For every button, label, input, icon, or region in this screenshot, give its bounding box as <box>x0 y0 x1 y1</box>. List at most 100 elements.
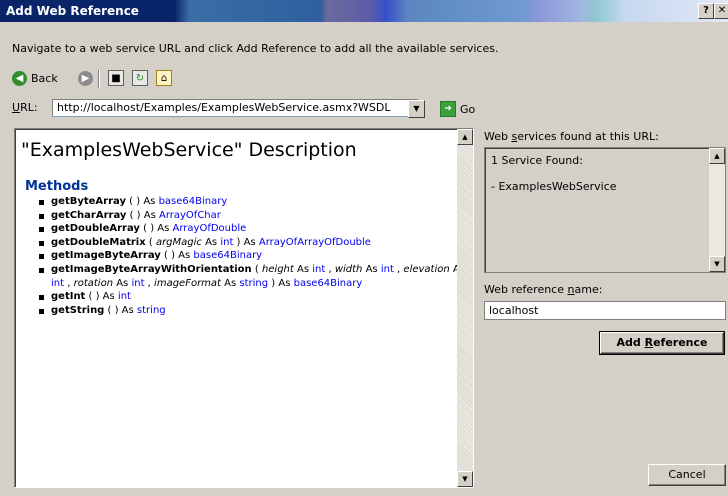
close-button[interactable]: ✕ <box>714 3 728 19</box>
service-description-pane[interactable]: "ExamplesWebService" Description Methods… <box>14 128 474 488</box>
method-text: As <box>220 277 240 289</box>
window-title: Add Web Reference <box>6 4 139 18</box>
method-text: , <box>393 263 404 275</box>
method-name[interactable]: getInt <box>51 291 85 302</box>
url-row: URL: http://localhost/Examples/ExamplesW… <box>12 99 475 118</box>
type-link[interactable]: ArrayOfArrayOfDouble <box>259 237 371 248</box>
back-arrow-icon: ◀ <box>12 70 27 86</box>
type-link[interactable]: base64Binary <box>159 196 228 207</box>
param-name: height <box>261 263 294 275</box>
type-link[interactable]: ArrayOfChar <box>159 210 221 221</box>
chevron-down-icon: ▼ <box>462 475 468 483</box>
reference-name-label: Web reference name: <box>484 283 603 296</box>
method-text: ( ) As <box>126 196 159 207</box>
chevron-down-icon: ▼ <box>413 104 420 113</box>
method-text: , <box>64 277 74 289</box>
cancel-button[interactable]: Cancel <box>648 464 726 486</box>
method-text: As <box>113 277 132 289</box>
forward-button[interactable]: ▶ <box>78 68 93 88</box>
method-item: getInt ( ) As int <box>39 290 473 304</box>
type-link[interactable]: string <box>239 278 268 289</box>
scroll-up-button[interactable]: ▲ <box>457 129 473 145</box>
go-button[interactable]: ➜ Go <box>440 101 475 117</box>
param-name: imageFormat <box>154 277 221 289</box>
param-name: width <box>334 263 363 275</box>
services-scroll-up[interactable]: ▲ <box>709 148 725 164</box>
method-text: ( ) As <box>160 250 194 262</box>
go-label: Go <box>460 102 476 116</box>
page-title: "ExamplesWebService" Description <box>21 139 357 161</box>
services-scroll-down[interactable]: ▼ <box>709 256 725 272</box>
services-label: Web services found at this URL: <box>484 130 659 143</box>
param-name: rotation <box>73 277 114 289</box>
method-text: ) As <box>268 277 294 289</box>
chevron-up-icon: ▲ <box>462 133 468 141</box>
method-text: As <box>201 236 221 248</box>
home-button[interactable]: ⌂ <box>156 68 172 88</box>
instruction-text: Navigate to a web service URL and click … <box>12 42 499 55</box>
method-text: ( ) As <box>139 223 173 235</box>
refresh-button[interactable]: ↻ <box>132 68 148 88</box>
type-link[interactable]: string <box>137 305 166 316</box>
url-dropdown-button[interactable]: ▼ <box>408 100 425 118</box>
url-label: URL: <box>12 101 38 114</box>
methods-heading: Methods <box>25 179 89 194</box>
chevron-up-icon: ▲ <box>714 152 720 160</box>
method-text: As <box>362 263 381 275</box>
go-arrow-icon: ➜ <box>440 101 456 117</box>
method-item: getByteArray ( ) As base64Binary <box>39 195 473 209</box>
method-item: getCharArray ( ) As ArrayOfChar <box>39 209 473 223</box>
method-text: As <box>293 263 313 275</box>
method-text: ( <box>145 236 156 248</box>
type-link[interactable]: int <box>220 237 233 248</box>
refresh-icon: ↻ <box>132 70 148 86</box>
reference-name-input[interactable]: localhost <box>484 301 726 320</box>
scroll-down-button[interactable]: ▼ <box>457 471 473 487</box>
param-name: elevation <box>403 263 450 275</box>
method-text: ( ) As <box>104 304 137 316</box>
method-name[interactable]: getImageByteArrayWithOrientation <box>51 264 252 275</box>
url-input[interactable]: http://localhost/Examples/ExamplesWebSer… <box>52 99 418 117</box>
type-link[interactable]: int <box>51 278 64 289</box>
back-button[interactable]: ◀ Back <box>12 68 58 88</box>
method-text: , <box>144 277 155 289</box>
type-link[interactable]: int <box>118 291 131 302</box>
back-label: Back <box>31 71 58 85</box>
method-text: ( <box>251 263 262 275</box>
method-item: getImageByteArrayWithOrientation ( heigh… <box>39 263 473 290</box>
chevron-down-icon: ▼ <box>714 260 720 268</box>
type-link[interactable]: int <box>381 264 394 275</box>
method-item: getDoubleArray ( ) As ArrayOfDouble <box>39 222 473 236</box>
help-button[interactable]: ? <box>698 3 714 19</box>
doc-scrollbar[interactable]: ▲ ▼ <box>457 129 473 487</box>
method-item: getImageByteArray ( ) As base64Binary <box>39 249 473 263</box>
type-link[interactable]: ArrayOfDouble <box>173 223 247 234</box>
method-text: , <box>325 263 335 275</box>
method-name[interactable]: getByteArray <box>51 196 126 207</box>
type-link[interactable]: base64Binary <box>193 250 262 261</box>
method-name[interactable]: getDoubleMatrix <box>51 237 146 248</box>
method-name[interactable]: getString <box>51 305 104 316</box>
method-text: ) As <box>233 236 259 248</box>
stop-icon: ■ <box>108 70 124 86</box>
services-count: 1 Service Found: <box>491 154 583 167</box>
toolbar-separator <box>98 70 100 88</box>
home-icon: ⌂ <box>156 70 172 86</box>
services-list-box[interactable]: 1 Service Found: - ExamplesWebService ▲ … <box>484 147 726 273</box>
title-bar: Add Web Reference ? ✕ <box>0 0 728 22</box>
method-name[interactable]: getDoubleArray <box>51 223 140 234</box>
method-text: ( ) As <box>126 209 159 221</box>
type-link[interactable]: int <box>312 264 325 275</box>
type-link[interactable]: base64Binary <box>294 278 363 289</box>
method-text: ( ) As <box>85 291 118 303</box>
method-item: getDoubleMatrix ( argMagic As int ) As A… <box>39 236 473 250</box>
param-name: argMagic <box>155 236 202 248</box>
method-name[interactable]: getCharArray <box>51 210 126 221</box>
methods-list: getByteArray ( ) As base64Binary getCharA… <box>39 195 473 317</box>
type-link[interactable]: int <box>131 278 144 289</box>
method-item: getString ( ) As string <box>39 304 473 318</box>
stop-button[interactable]: ■ <box>108 68 124 88</box>
services-scrollbar[interactable]: ▲ ▼ <box>709 148 725 272</box>
add-reference-button[interactable]: Add Reference <box>599 331 725 355</box>
method-name[interactable]: getImageByteArray <box>51 250 161 261</box>
